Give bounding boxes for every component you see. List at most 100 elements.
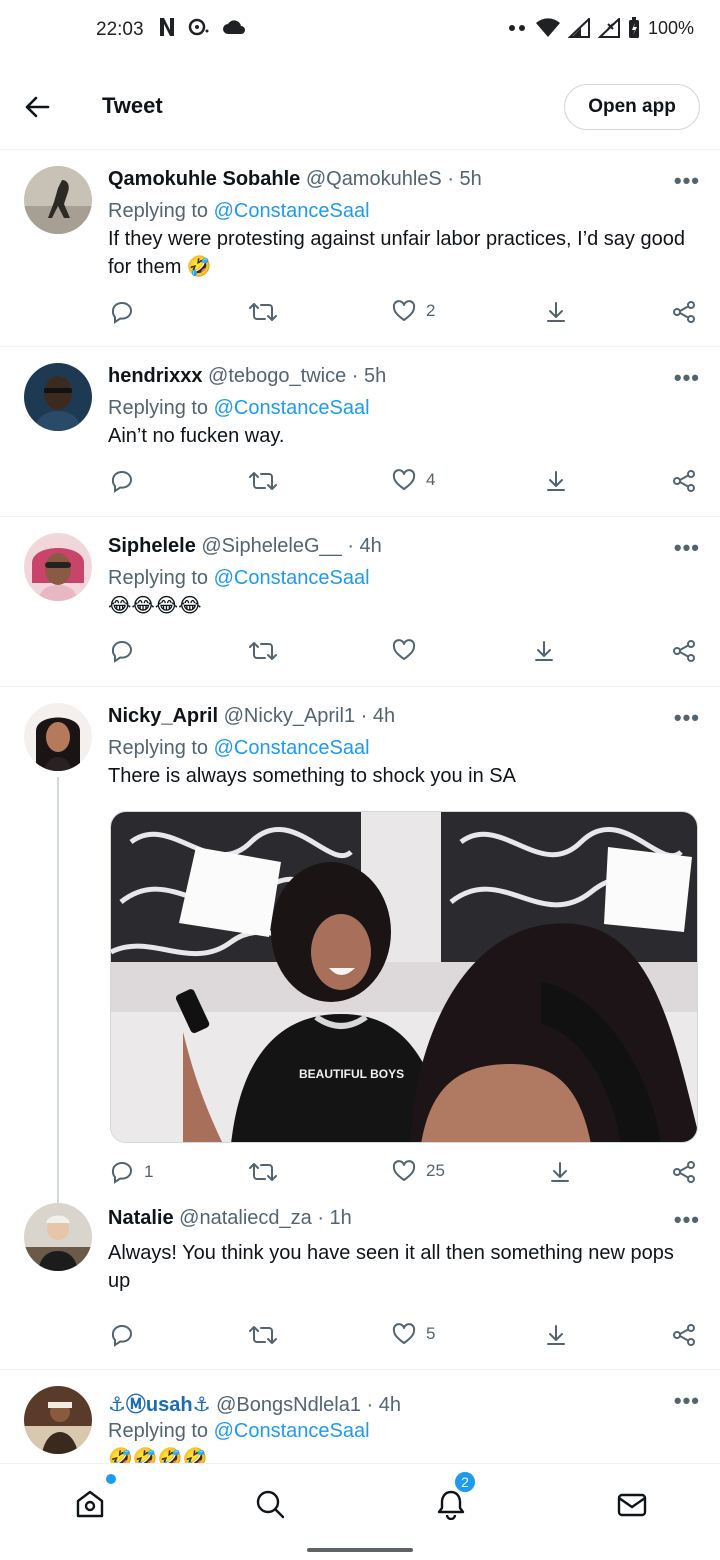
author-handle[interactable]: @Nicky_April1 [224, 705, 355, 727]
reply-icon [111, 640, 133, 663]
shirt-text: BEAUTIFUL BOYS [299, 1067, 404, 1081]
separator: · [351, 365, 364, 387]
share-button[interactable] [672, 469, 696, 493]
nav-search[interactable] [248, 1482, 292, 1526]
signal-icon [567, 18, 590, 38]
avatar[interactable] [24, 703, 92, 771]
author-name[interactable]: Siphelele [108, 535, 196, 557]
reply-button[interactable] [110, 300, 144, 324]
avatar[interactable] [24, 166, 92, 234]
notification-icons [158, 17, 246, 37]
back-button[interactable] [20, 90, 54, 124]
tweet[interactable]: Qamokuhle Sobahle @QamokuhleS · 5h ••• R… [0, 150, 720, 347]
author-name[interactable]: Qamokuhle Sobahle [108, 168, 300, 190]
retweet-button[interactable] [248, 639, 278, 663]
mention-link[interactable]: @ConstanceSaal [214, 737, 370, 759]
replying-label: Replying to [108, 737, 209, 759]
avatar[interactable] [24, 1386, 92, 1454]
download-button[interactable] [548, 1160, 572, 1184]
author-name[interactable]: Nicky_April [108, 705, 218, 727]
home-icon [76, 1490, 104, 1518]
reply-button[interactable]: 1 [110, 1160, 153, 1184]
reply-button[interactable] [110, 1323, 144, 1347]
share-button[interactable] [672, 1160, 696, 1184]
more-icon[interactable]: ••• [674, 1207, 700, 1233]
replying-to: Replying to @ConstanceSaal [108, 1420, 700, 1443]
author-handle[interactable]: @BongsNdlela1 [216, 1394, 361, 1416]
like-button[interactable]: 25 [392, 1160, 445, 1182]
separator: · [360, 705, 373, 727]
tweet-body: ⚓Ⓜusah⚓ @BongsNdlela1 · 4h ••• Replying … [108, 1388, 700, 1463]
like-button[interactable]: 5 [392, 1323, 435, 1345]
mention-link[interactable]: @ConstanceSaal [214, 397, 370, 419]
author-handle[interactable]: @tebogo_twice [208, 365, 346, 387]
like-count: 4 [426, 470, 436, 489]
download-button[interactable] [544, 1323, 568, 1347]
nav-notifications[interactable]: 2 [429, 1470, 477, 1526]
download-button[interactable] [544, 300, 568, 324]
like-button[interactable]: 4 [392, 469, 435, 491]
avatar[interactable] [24, 363, 92, 431]
like-button[interactable] [392, 639, 426, 661]
tweet-feed[interactable]: Qamokuhle Sobahle @QamokuhleS · 5h ••• R… [0, 150, 720, 1463]
gesture-bar[interactable] [307, 1548, 413, 1552]
replying-to: Replying to @ConstanceSaal [108, 200, 700, 223]
tweet-time: 5h [364, 365, 387, 387]
download-button[interactable] [544, 469, 568, 493]
tweet[interactable]: hendrixxx @tebogo_twice · 5h ••• Replyin… [0, 347, 720, 517]
reply-icon [111, 1161, 133, 1184]
share-button[interactable] [672, 1323, 696, 1347]
mention-link[interactable]: @ConstanceSaal [214, 1420, 370, 1442]
mention-link[interactable]: @ConstanceSaal [214, 567, 370, 589]
avatar[interactable] [24, 1203, 92, 1271]
tweet[interactable]: ⚓Ⓜusah⚓ @BongsNdlela1 · 4h ••• Replying … [0, 1370, 720, 1463]
tweet[interactable]: Natalie @nataliecd_za · 1h ••• Always! Y… [0, 1203, 720, 1370]
dots-icon [508, 25, 525, 31]
retweet-button[interactable] [248, 1160, 278, 1184]
author-name[interactable]: hendrixxx [108, 365, 202, 387]
like-button[interactable]: 2 [392, 300, 435, 322]
nav-messages[interactable] [610, 1482, 654, 1526]
nav-home[interactable] [68, 1474, 116, 1526]
status-time: 22:03 [96, 19, 144, 40]
download-icon [547, 302, 565, 322]
tweet-media-photo[interactable]: BEAUTIFUL BOYS [110, 811, 698, 1143]
download-icon [551, 1162, 569, 1182]
tweet-time: 4h [378, 1394, 401, 1416]
search-icon [256, 1490, 285, 1519]
avatar[interactable] [24, 533, 92, 601]
open-app-button[interactable]: Open app [564, 84, 700, 130]
more-icon[interactable]: ••• [674, 705, 700, 731]
author-handle[interactable]: @SipheleleG__ [201, 535, 341, 557]
share-button[interactable] [672, 300, 696, 324]
download-icon [547, 1325, 565, 1345]
retweet-button[interactable] [248, 1323, 278, 1347]
replying-to: Replying to @ConstanceSaal [108, 397, 700, 420]
author-name[interactable]: Natalie [108, 1207, 174, 1229]
share-button[interactable] [672, 639, 696, 663]
author-handle[interactable]: @QamokuhleS [306, 168, 442, 190]
tweet[interactable]: Siphelele @SipheleleG__ · 4h ••• Replyin… [0, 517, 720, 687]
reply-button[interactable] [110, 469, 144, 493]
more-icon[interactable]: ••• [674, 365, 700, 391]
like-count: 2 [426, 301, 436, 320]
more-icon[interactable]: ••• [674, 168, 700, 194]
cloud-icon [223, 20, 245, 34]
like-count: 5 [426, 1324, 436, 1343]
retweet-button[interactable] [248, 469, 278, 493]
reply-count: 1 [144, 1162, 154, 1181]
tweet-body: Qamokuhle Sobahle @QamokuhleS · 5h ••• R… [108, 168, 700, 281]
more-icon[interactable]: ••• [674, 535, 700, 561]
author-handle[interactable]: @nataliecd_za [179, 1207, 312, 1229]
more-icon[interactable]: ••• [674, 1388, 700, 1414]
download-icon [547, 471, 565, 491]
tweet-actions: 4 [108, 469, 698, 499]
author-name[interactable]: ⚓Ⓜusah⚓ [108, 1394, 211, 1416]
mention-link[interactable]: @ConstanceSaal [214, 200, 370, 222]
reply-icon [111, 301, 133, 324]
reply-button[interactable] [110, 639, 144, 663]
like-icon [392, 1160, 416, 1181]
tweet-header: hendrixxx @tebogo_twice · 5h ••• [108, 365, 700, 391]
download-button[interactable] [532, 639, 556, 663]
retweet-button[interactable] [248, 300, 278, 324]
